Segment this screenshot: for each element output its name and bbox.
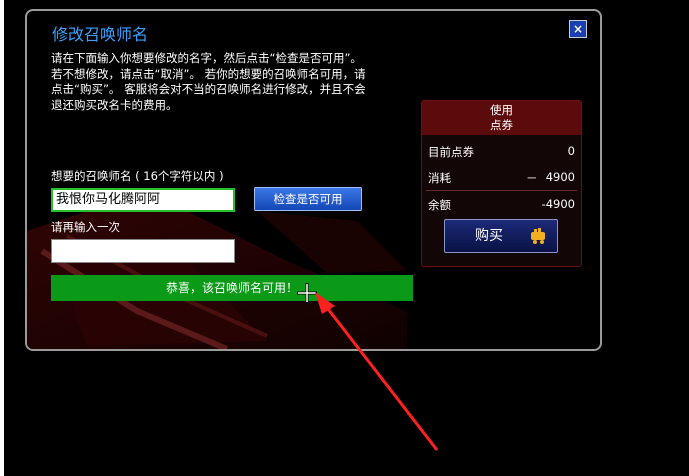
name-field-label: 想要的召唤师名 ( 16个字符以内 ) (51, 169, 224, 183)
balance-value: -4900 (541, 197, 575, 211)
panel-header-line: 使用 (490, 103, 513, 117)
cost-label: 消耗 (428, 171, 451, 185)
divider (426, 190, 577, 191)
instructions-line: 退还购买改名卡的费用。 (51, 97, 178, 112)
current-points-value: 0 (567, 144, 575, 158)
balance-row: 余额 -4900 (428, 197, 575, 215)
check-availability-button[interactable]: 检查是否可用 (254, 187, 362, 211)
instructions-line: 若不想修改，请点击“取消”。 若你的想要的召唤师名可用，请 (51, 66, 366, 81)
crosshair-cursor-icon (297, 283, 317, 303)
cost-sign: － (526, 171, 538, 185)
purchase-panel: 使用 点券 目前点券 0 消耗 － 4900 余额 -4900 购买 (421, 100, 582, 267)
summoner-name-input[interactable]: 我恨你马化腾阿阿 (51, 188, 235, 212)
page-edge (0, 0, 4, 476)
confirm-name-input[interactable] (51, 239, 235, 263)
panel-header: 使用 点券 (422, 101, 581, 135)
instructions-line: 点击“购买”。 客服将会对不当的召唤师名进行修改，并且不会 (51, 82, 366, 96)
balance-label: 余额 (428, 198, 451, 212)
status-message: 恭喜，该召唤师名可用！ (51, 275, 413, 301)
instructions-line: 请在下面输入你想要修改的名字，然后点击“检查是否可用”。 (51, 51, 362, 65)
buy-button[interactable]: 购买 (444, 219, 558, 253)
cart-icon (531, 228, 545, 244)
confirm-field-label: 请再输入一次 (51, 220, 120, 234)
cost-row: 消耗 － 4900 (428, 170, 575, 188)
panel-header-line: 点券 (490, 118, 513, 132)
cost-value: 4900 (545, 170, 575, 184)
close-icon[interactable]: × (569, 20, 587, 38)
current-points-label: 目前点券 (428, 145, 474, 159)
current-points-row: 目前点券 0 (428, 144, 575, 162)
dialog-title: 修改召唤师名 (52, 25, 149, 44)
instructions-text: 请在下面输入你想要修改的名字，然后点击“检查是否可用”。 若不想修改，请点击“取… (51, 51, 396, 113)
buy-button-label: 购买 (475, 228, 503, 244)
